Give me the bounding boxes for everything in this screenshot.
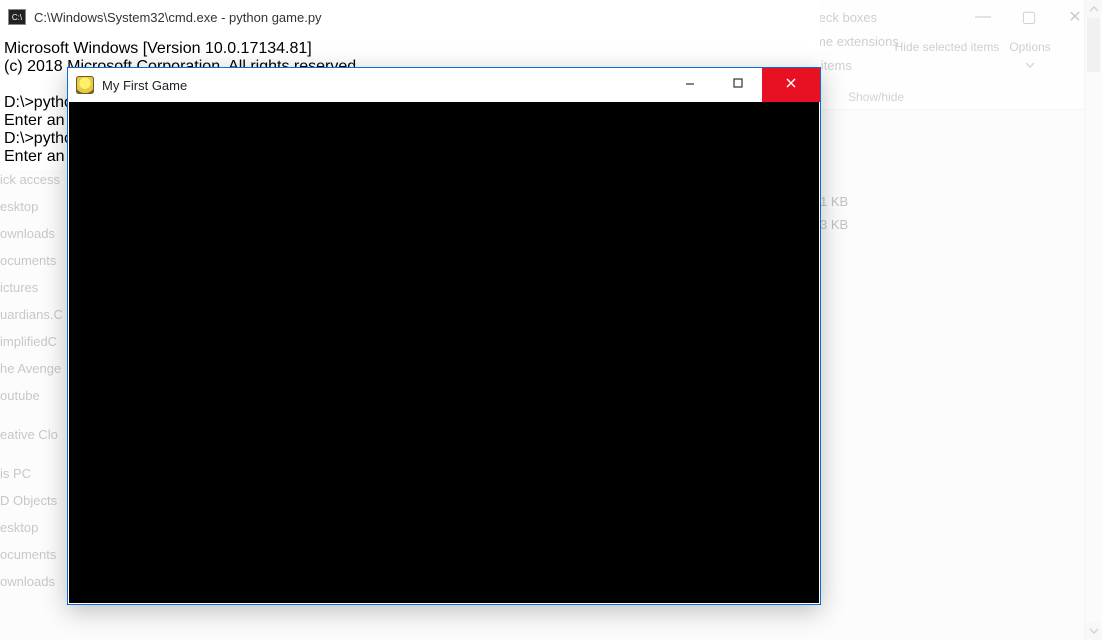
- chevron-down-icon: [1089, 626, 1099, 636]
- scroll-down-button[interactable]: [1085, 622, 1102, 640]
- scroll-up-button[interactable]: [1085, 0, 1102, 18]
- explorer-window-controls: — ▢ ✕: [960, 2, 1098, 32]
- cmd-line: Enter an: [4, 112, 64, 129]
- minimize-icon: —: [975, 8, 991, 26]
- minimize-button[interactable]: —: [960, 2, 1006, 32]
- vertical-scrollbar[interactable]: [1084, 0, 1102, 640]
- cmd-line: Enter an: [4, 148, 64, 165]
- pygame-icon: [76, 76, 94, 94]
- ribbon-group-showhide: Show/hide: [848, 90, 904, 104]
- ribbon-label: Hide selected items: [895, 40, 1000, 54]
- cmd-icon-text: C:\: [12, 13, 22, 22]
- cmd-line: Microsoft Windows [Version 10.0.17134.81…: [4, 40, 312, 57]
- game-window-title: My First Game: [102, 78, 187, 93]
- game-surface[interactable]: [69, 102, 819, 603]
- game-window: My First Game: [67, 67, 821, 605]
- cmd-title: C:\Windows\System32\cmd.exe - python gam…: [34, 10, 322, 25]
- file-size: 3 KB: [820, 217, 848, 232]
- minimize-icon: [684, 77, 696, 93]
- file-row[interactable]: 3 KB: [820, 213, 848, 236]
- game-titlebar[interactable]: My First Game: [68, 68, 820, 102]
- game-window-controls: [666, 68, 820, 102]
- close-icon: ✕: [1068, 7, 1081, 27]
- close-icon: [784, 76, 798, 95]
- file-row[interactable]: 1 KB: [820, 190, 848, 213]
- maximize-icon: ▢: [1021, 7, 1036, 27]
- ribbon-options[interactable]: Options: [1000, 40, 1060, 70]
- minimize-button[interactable]: [666, 68, 714, 102]
- close-button[interactable]: [762, 68, 820, 102]
- ribbon-hide-selected[interactable]: Hide selected items: [908, 40, 986, 54]
- file-list-fragment: 1 KB 3 KB: [820, 190, 848, 236]
- file-size: 1 KB: [820, 194, 848, 209]
- maximize-button[interactable]: ▢: [1006, 2, 1052, 32]
- scroll-thumb[interactable]: [1087, 18, 1100, 72]
- ribbon-label: Options: [1009, 40, 1050, 54]
- chevron-up-icon: [1089, 4, 1099, 14]
- cmd-icon: C:\: [8, 9, 26, 25]
- maximize-button[interactable]: [714, 68, 762, 102]
- chevron-down-icon: [1025, 60, 1035, 70]
- maximize-icon: [732, 76, 744, 94]
- cmd-titlebar[interactable]: C:\ C:\Windows\System32\cmd.exe - python…: [0, 0, 820, 34]
